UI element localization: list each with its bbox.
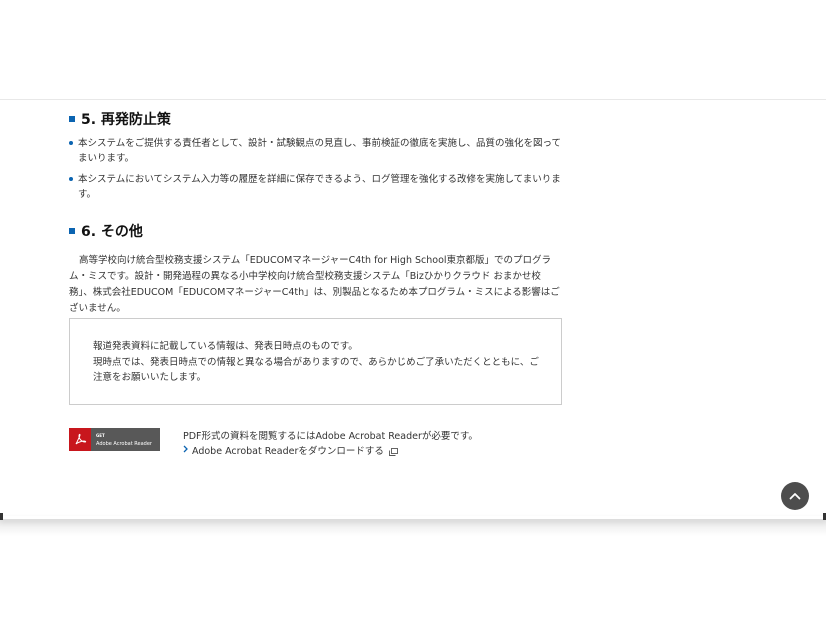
section-heading-other: 6. その他: [69, 221, 143, 241]
get-acrobat-reader-badge[interactable]: GET Adobe Acrobat Reader: [69, 428, 160, 451]
bullet-dot-icon: [69, 141, 73, 145]
recurrence-prevention-list: 本システムをご提供する責任者として、設計・試験観点の見直し、事前検証の徹底を実施…: [69, 136, 569, 208]
list-item: 本システムにおいてシステム入力等の履歴を詳細に保存できるよう、ログ管理を強化する…: [69, 172, 569, 202]
footer-edge: [0, 516, 826, 519]
footer-corner-left: [0, 513, 3, 520]
footer-shadow: [0, 518, 826, 536]
acrobat-download-link-text: Adobe Acrobat Readerをダウンロードする: [192, 446, 384, 457]
acrobat-badge-name: Adobe Acrobat Reader: [96, 440, 152, 447]
list-item-text: 本システムにおいてシステム入力等の履歴を詳細に保存できるよう、ログ管理を強化する…: [78, 174, 561, 200]
acrobat-badge-text: GET Adobe Acrobat Reader: [91, 432, 152, 448]
section-heading-text: 6. その他: [81, 224, 143, 240]
square-marker-icon: [69, 228, 75, 234]
square-marker-icon: [69, 116, 75, 122]
acrobat-logo-icon: [69, 428, 91, 451]
section-heading-recurrence-prevention: 5. 再発防止策: [69, 109, 171, 129]
arrow-up-icon: [789, 493, 801, 500]
notice-line-2: 現時点では、発表日時点での情報と異なる場合がありますので、あらかじめご了承いただ…: [93, 356, 539, 384]
page: 5. 再発防止策 本システムをご提供する責任者として、設計・試験観点の見直し、事…: [0, 0, 826, 620]
other-paragraph: 高等学校向け統合型校務支援システム「EDUCOMマネージャーC4th for H…: [69, 253, 563, 317]
chevron-right-icon: [183, 444, 188, 459]
notice-box: 報道発表資料に記載している情報は、発表日時点のものです。 現時点では、発表日時点…: [69, 318, 562, 405]
header-divider: [0, 99, 826, 100]
other-paragraph-text: 高等学校向け統合型校務支援システム「EDUCOMマネージャーC4th for H…: [69, 255, 560, 314]
acrobat-badge-get: GET: [96, 432, 105, 438]
list-item-text: 本システムをご提供する責任者として、設計・試験観点の見直し、事前検証の徹底を実施…: [78, 138, 561, 164]
external-window-icon: [388, 447, 398, 456]
acrobat-info-text: PDF形式の資料を閲覧するにはAdobe Acrobat Readerが必要です…: [183, 431, 478, 442]
list-item: 本システムをご提供する責任者として、設計・試験観点の見直し、事前検証の徹底を実施…: [69, 136, 569, 166]
bullet-dot-icon: [69, 177, 73, 181]
acrobat-download-link[interactable]: Adobe Acrobat Readerをダウンロードする: [183, 444, 398, 459]
scroll-to-top-button[interactable]: [781, 482, 809, 510]
section-heading-text: 5. 再発防止策: [81, 112, 171, 128]
notice-line-1: 報道発表資料に記載している情報は、発表日時点のものです。: [93, 341, 358, 352]
